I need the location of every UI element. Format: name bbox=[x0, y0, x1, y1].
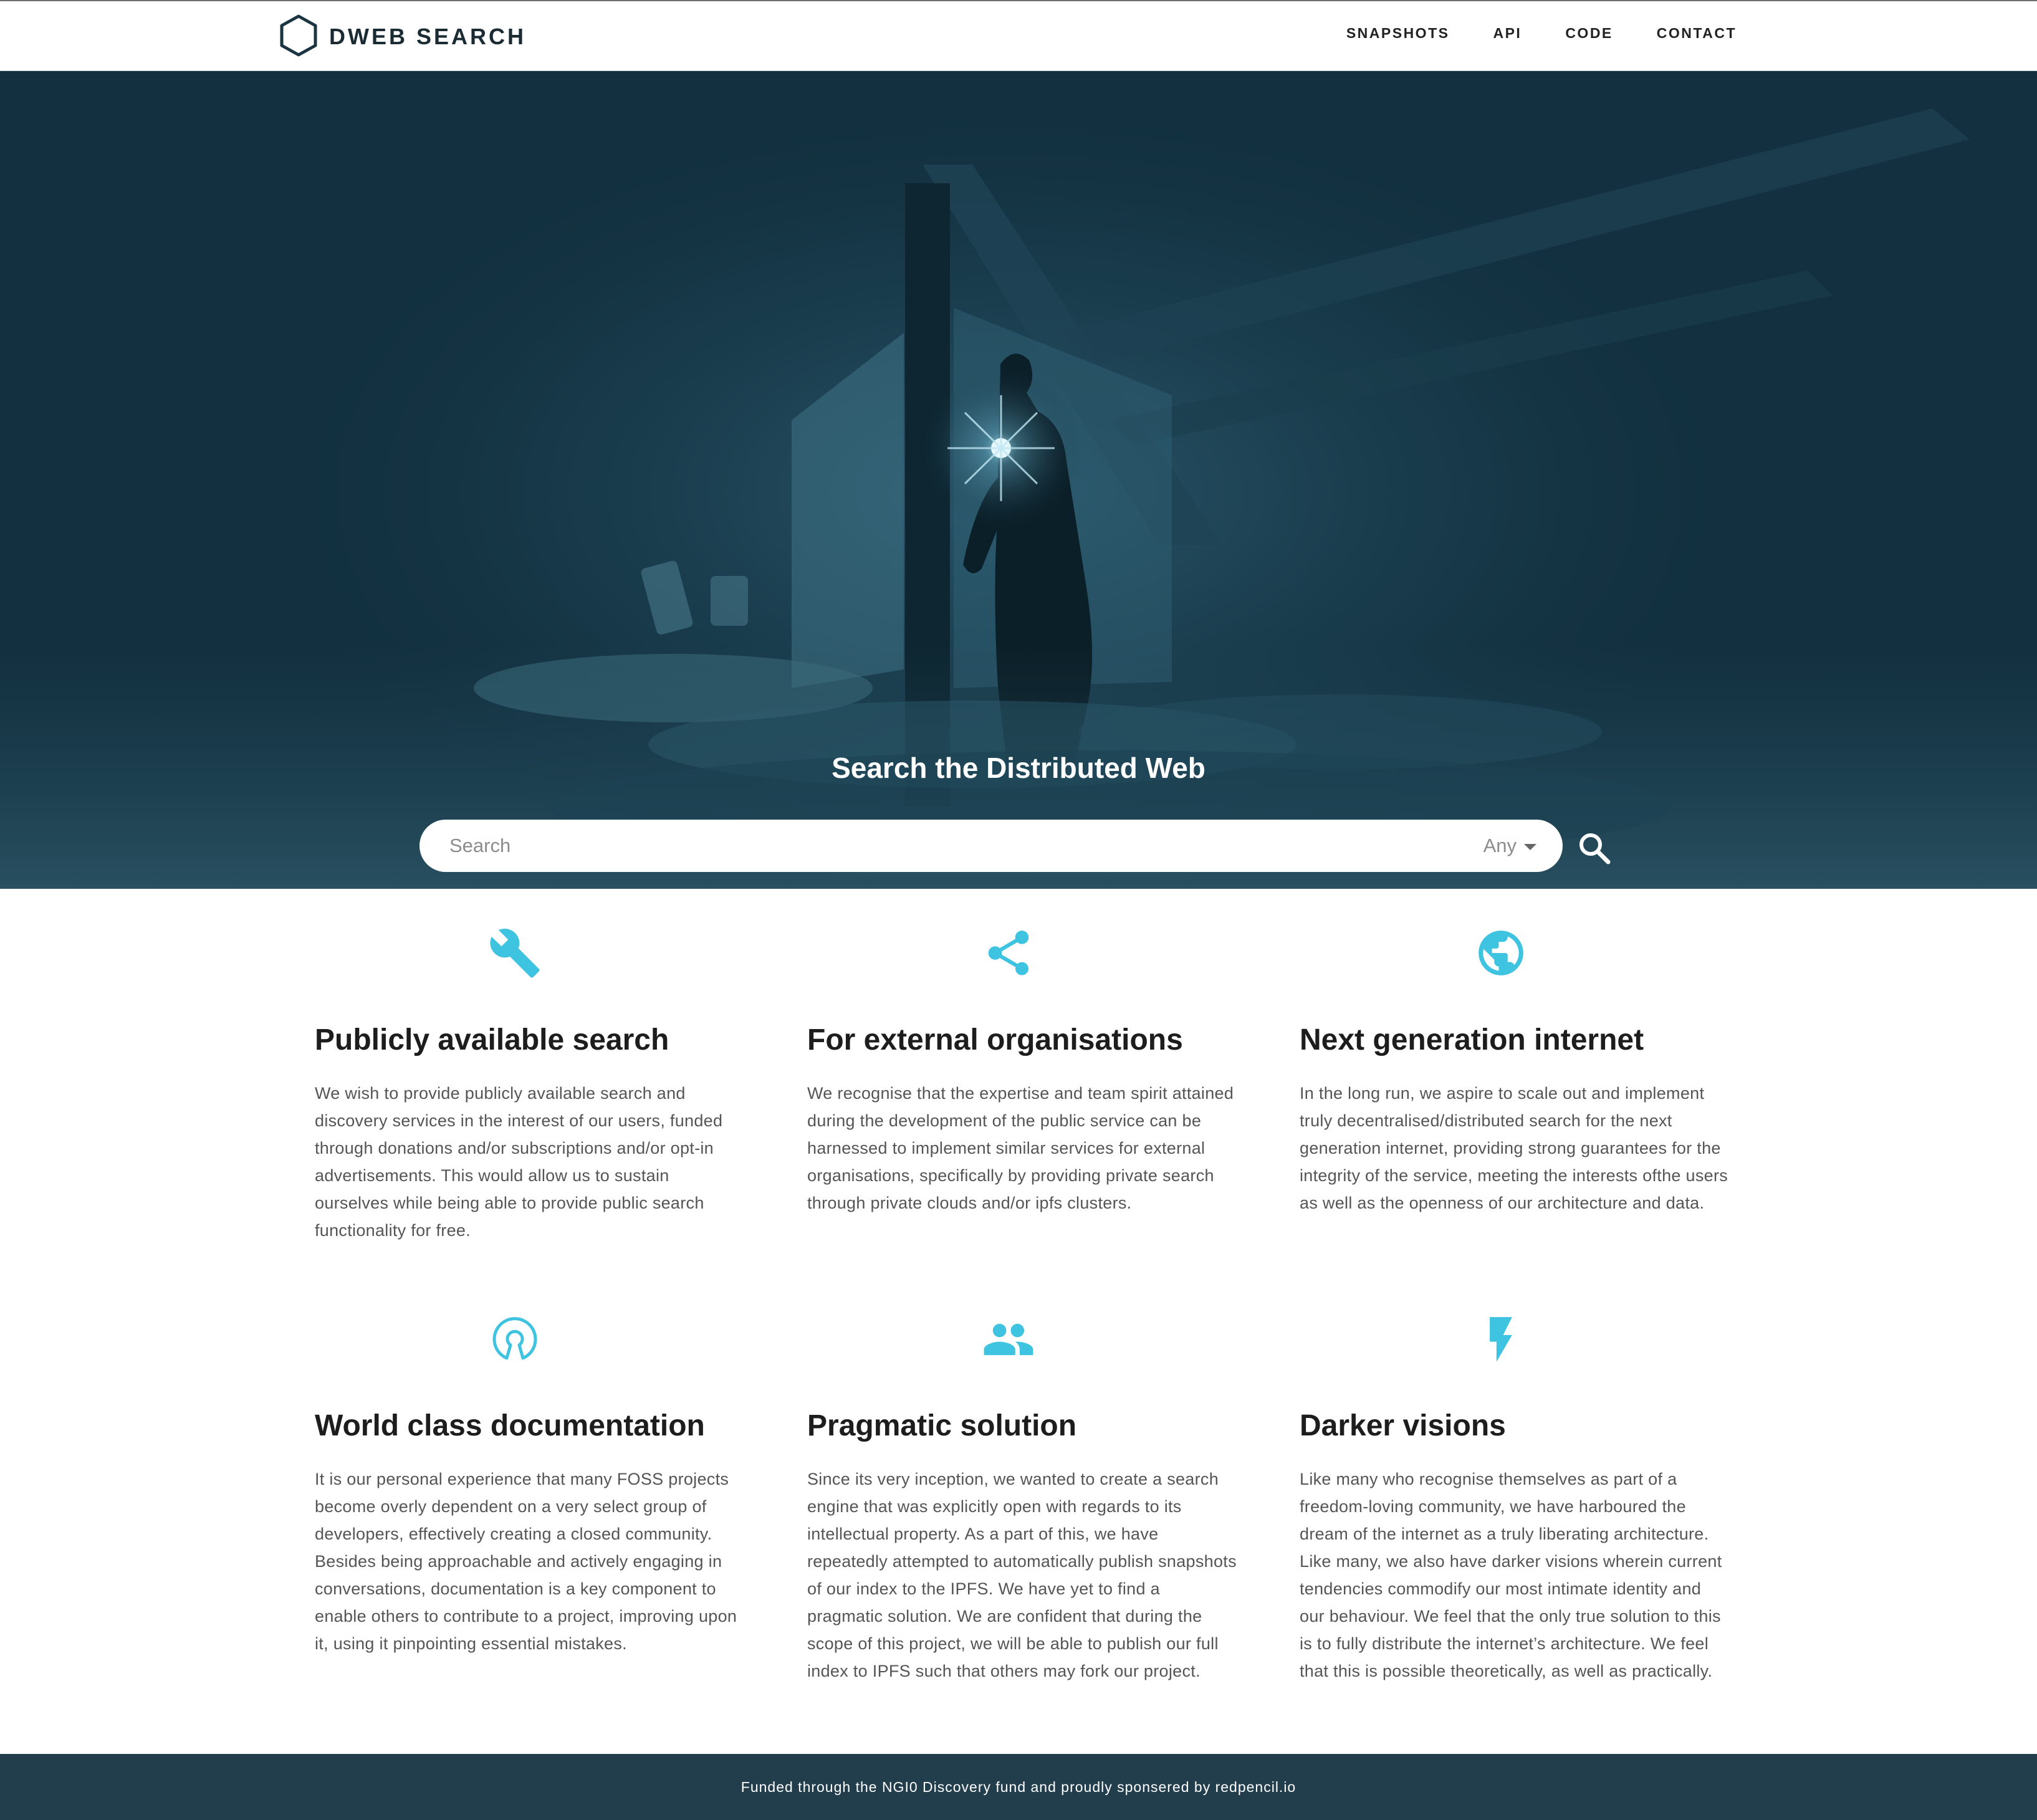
feature-title: World class documentation bbox=[315, 1409, 705, 1442]
nav-contact[interactable]: CONTACT bbox=[1657, 25, 1737, 42]
feature-text: Like many who recognise themselves as pa… bbox=[1300, 1470, 1722, 1680]
globe-icon bbox=[1474, 926, 1528, 980]
people-icon bbox=[982, 1313, 1035, 1366]
feature-title: Darker visions bbox=[1300, 1409, 1506, 1442]
open-source-icon bbox=[488, 1313, 542, 1366]
hero-section: Search the Distributed Web Any bbox=[0, 71, 2037, 889]
search-bar: Any bbox=[419, 820, 1563, 872]
hero-title: Search the Distributed Web bbox=[832, 752, 1205, 784]
magnifier-icon bbox=[1579, 833, 1611, 865]
search-input[interactable] bbox=[419, 820, 1483, 872]
feature-title: Next generation internet bbox=[1300, 1023, 1644, 1056]
nav-code[interactable]: CODE bbox=[1565, 25, 1613, 42]
search-button[interactable] bbox=[1576, 830, 1613, 867]
nav-snapshots[interactable]: SNAPSHOTS bbox=[1346, 25, 1450, 42]
main-nav: SNAPSHOTS API CODE CONTACT bbox=[1346, 25, 1737, 42]
feature-title: Publicly available search bbox=[315, 1023, 669, 1056]
brand-name: DWEB SEARCH bbox=[329, 24, 527, 49]
site-footer: Funded through the NGI0 Discovery fund a… bbox=[0, 1754, 2037, 1820]
feature-text: Since its very inception, we wanted to c… bbox=[807, 1470, 1237, 1680]
share-icon bbox=[982, 926, 1035, 980]
feature-text: In the long run, we aspire to scale out … bbox=[1300, 1084, 1728, 1212]
footer-text: Funded through the NGI0 Discovery fund a… bbox=[741, 1778, 1296, 1795]
wrench-icon bbox=[488, 926, 542, 980]
nav-api[interactable]: API bbox=[1493, 25, 1522, 42]
feature-text: It is our personal experience that many … bbox=[315, 1470, 737, 1653]
brand-logo-link[interactable]: DWEB SEARCH bbox=[279, 14, 527, 60]
scope-selected-label: Any bbox=[1483, 835, 1517, 856]
hexagon-icon bbox=[279, 14, 318, 60]
chevron-down-icon bbox=[1524, 844, 1536, 850]
feature-text: We wish to provide publicly available se… bbox=[315, 1084, 723, 1240]
feature-title: Pragmatic solution bbox=[807, 1409, 1077, 1442]
feature-title: For external organisations bbox=[807, 1023, 1183, 1056]
top-navbar: DWEB SEARCH SNAPSHOTS API CODE CONTACT bbox=[0, 0, 2037, 71]
feature-text: We recognise that the expertise and team… bbox=[807, 1084, 1234, 1212]
scope-dropdown[interactable]: Any bbox=[1483, 835, 1536, 857]
lightning-icon bbox=[1474, 1313, 1528, 1366]
